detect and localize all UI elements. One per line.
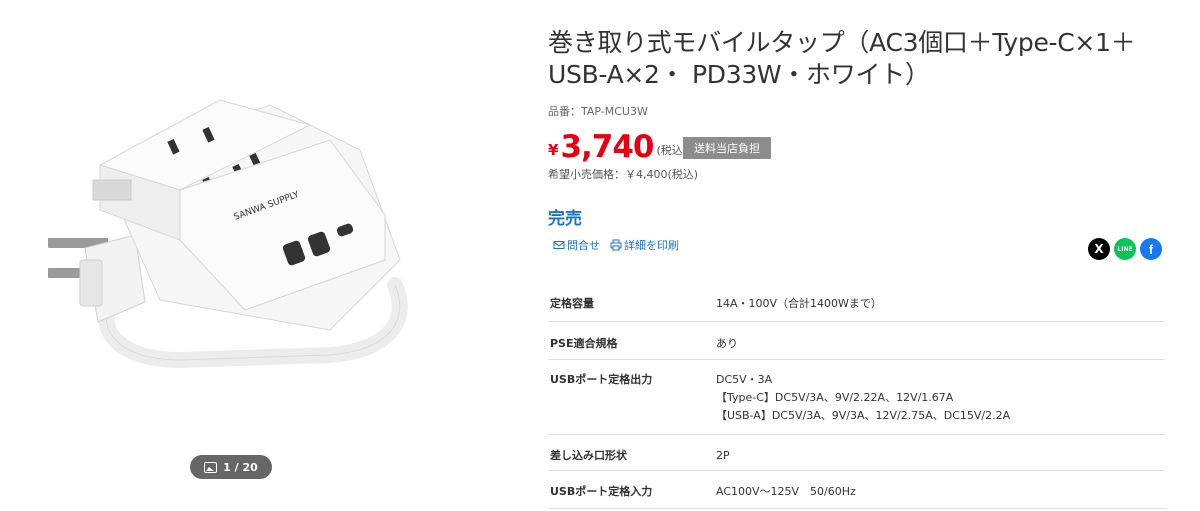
spec-line: 14A・100V（合計1400Wまで） [716, 297, 882, 310]
x-icon: X [1094, 242, 1104, 256]
mail-icon [553, 241, 565, 249]
spec-line: 2P [716, 448, 730, 462]
x-share-button[interactable]: X [1088, 238, 1110, 260]
spec-row: 差し込み口形状 2P [548, 434, 1165, 470]
spec-row: USBポート定格出力 DC5V・3A 【Type-C】DC5V/3A、9V/2.… [548, 359, 1165, 434]
spec-label: 差し込み口形状 [550, 448, 627, 462]
action-links: 問合せ 詳細を印刷 [553, 237, 679, 253]
soldout-status: 完売 [548, 209, 582, 229]
print-link[interactable]: 詳細を印刷 [610, 237, 679, 253]
line-icon: LINE [1117, 245, 1133, 253]
spec-line: 【Type-C】DC5V/3A、9V/2.22A、12V/1.67A [716, 390, 954, 404]
spec-value: AC100V～125V 50/60Hz [716, 470, 1165, 508]
line-share-button[interactable]: LINE [1114, 238, 1136, 260]
spec-line: あり [716, 336, 738, 350]
price-value: 3,740 [560, 129, 654, 165]
spec-line: 【USB-A】DC5V/3A、9V/3A、12V/2.75A、DC15V/2.2… [716, 408, 1011, 422]
spec-label: 定格容量 [550, 297, 594, 310]
shipping-badge: 送料当店負担 [683, 137, 771, 159]
image-counter-text: 1 / 20 [223, 460, 258, 474]
spec-value: 2P [716, 434, 1165, 470]
yen-symbol: ¥ [548, 141, 559, 159]
facebook-share-button[interactable]: f [1140, 238, 1162, 260]
contact-link[interactable]: 問合せ [553, 237, 600, 253]
spec-value: 14A・100V（合計1400Wまで） [716, 283, 1165, 321]
spec-value: DC5V・3A 【Type-C】DC5V/3A、9V/2.22A、12V/1.6… [716, 359, 1165, 434]
share-buttons: X LINE f [1088, 238, 1162, 260]
image-icon [204, 461, 218, 473]
spec-line: DC5V・3A [716, 372, 773, 386]
image-counter[interactable]: 1 / 20 [190, 455, 272, 479]
spec-label: USBポート定格出力 [550, 372, 653, 386]
spec-label: PSE適合規格 [550, 336, 618, 350]
contact-link-label: 問合せ [567, 239, 600, 252]
msrp-price: 希望小売価格：￥4,400(税込) [548, 168, 699, 181]
spec-row: USBポート定格入力 AC100V～125V 50/60Hz [548, 470, 1165, 508]
spec-label: USBポート定格入力 [550, 484, 653, 498]
spec-row: PSE適合規格 あり [548, 321, 1165, 359]
facebook-icon: f [1148, 241, 1154, 257]
product-gallery: SANWA SUPPLY 1 / 20 [0, 0, 460, 511]
spec-line: AC100V～125V 50/60Hz [716, 484, 856, 498]
product-title: 巻き取り式モバイルタップ（AC3個口＋Type-C×1＋USB-A×2・ PD3… [548, 28, 1136, 89]
spec-value: あり [716, 321, 1165, 359]
product-image[interactable]: SANWA SUPPLY [30, 70, 430, 390]
product-sku: 品番：TAP-MCU3W [548, 105, 648, 118]
price-row: ¥ 3,740 (税込) [548, 128, 687, 164]
spec-row: 定格容量 14A・100V（合計1400Wまで） [548, 283, 1165, 321]
spec-table: 定格容量 14A・100V（合計1400Wまで） PSE適合規格 あり USBポ… [548, 283, 1165, 509]
print-icon [610, 239, 622, 251]
print-link-label: 詳細を印刷 [624, 239, 679, 252]
